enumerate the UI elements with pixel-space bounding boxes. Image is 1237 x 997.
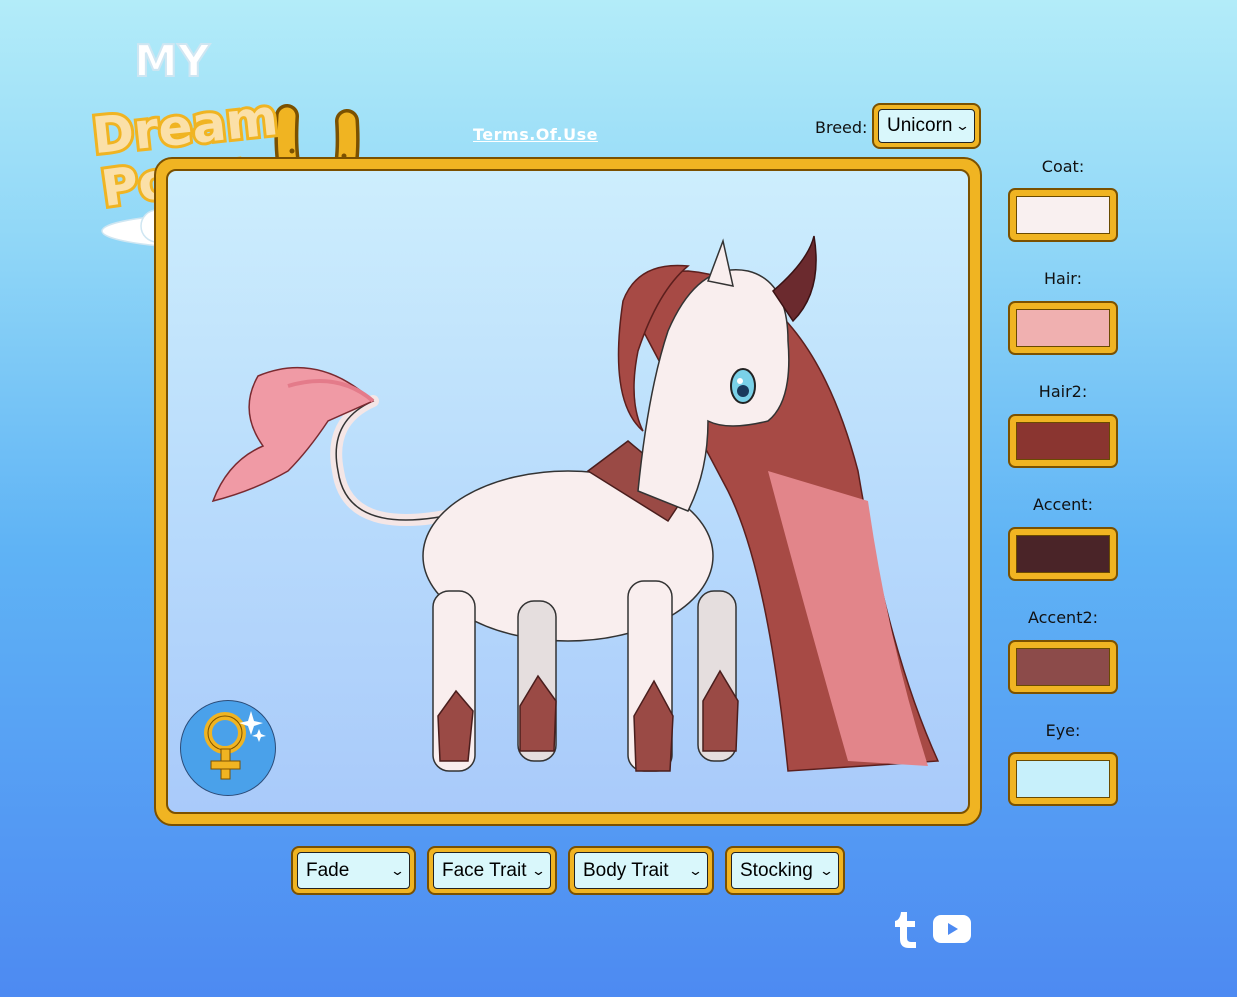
hair2-label: Hair2: <box>1038 382 1088 401</box>
face-trait-value: Face Trait <box>442 859 527 881</box>
fade-value: Fade <box>306 859 350 881</box>
eye-label: Eye: <box>1045 721 1081 740</box>
youtube-icon[interactable] <box>933 915 971 943</box>
eye-color-picker[interactable] <box>1008 752 1118 806</box>
breed-value: Unicorn <box>887 115 953 136</box>
coat-label: Coat: <box>1041 157 1085 176</box>
hair-color-picker[interactable] <box>1008 301 1118 355</box>
gender-toggle-button[interactable] <box>180 700 276 796</box>
stocking-value: Stocking <box>740 859 813 881</box>
tumblr-icon[interactable] <box>894 912 920 948</box>
pony-canvas <box>166 169 970 814</box>
terms-of-use-link[interactable]: Terms.Of.Use <box>473 125 598 144</box>
pony-illustration <box>211 235 940 772</box>
chevron-down-icon: ⌄ <box>530 862 547 878</box>
body-trait-select[interactable]: Body Trait ⌄ <box>568 846 714 895</box>
logo-my-text: MY <box>134 36 211 87</box>
coat-color-picker[interactable] <box>1008 188 1118 242</box>
accent-label: Accent: <box>1033 495 1093 514</box>
accent-color-picker[interactable] <box>1008 527 1118 581</box>
fade-select[interactable]: Fade ⌄ <box>291 846 416 895</box>
chevron-down-icon: ⌄ <box>954 118 971 133</box>
female-sparkle-icon <box>204 711 266 780</box>
chevron-down-icon: ⌄ <box>818 862 835 878</box>
face-trait-select[interactable]: Face Trait ⌄ <box>427 846 557 895</box>
accent2-label: Accent2: <box>1027 608 1099 627</box>
stocking-select[interactable]: Stocking ⌄ <box>725 846 845 895</box>
breed-select[interactable]: Unicorn ⌄ <box>872 103 981 149</box>
breed-label: Breed: <box>815 118 868 137</box>
hair-label: Hair: <box>1044 269 1082 288</box>
hair2-color-picker[interactable] <box>1008 414 1118 468</box>
chevron-down-icon: ⌄ <box>389 862 406 878</box>
accent2-color-picker[interactable] <box>1008 640 1118 694</box>
body-trait-value: Body Trait <box>583 859 669 881</box>
chevron-down-icon: ⌄ <box>687 862 704 878</box>
pony-preview-frame <box>154 157 982 826</box>
